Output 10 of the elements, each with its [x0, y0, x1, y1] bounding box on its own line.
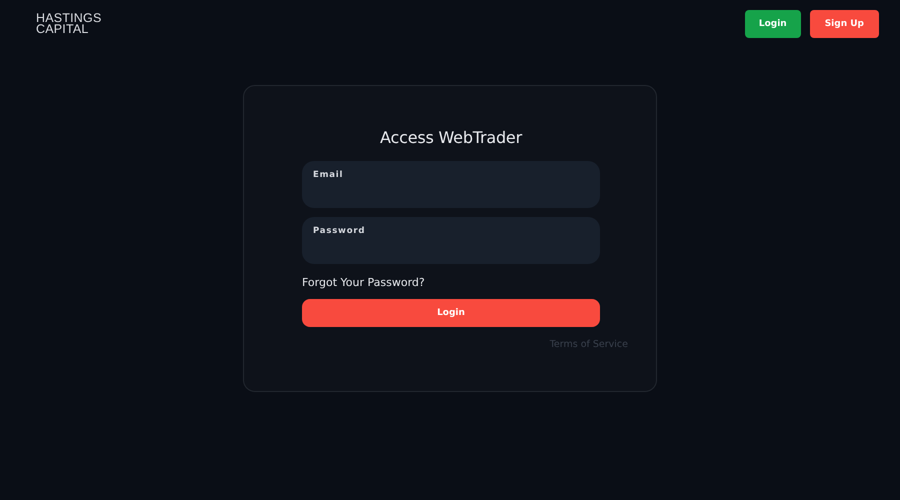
logo: HASTINGS CAPITAL: [36, 13, 102, 34]
signup-button[interactable]: Sign Up: [810, 10, 879, 38]
field-label: Email: [313, 170, 344, 180]
login-button[interactable]: Login: [744, 10, 801, 38]
submit-login-button[interactable]: Login: [302, 299, 600, 327]
input-field[interactable]: Email: [302, 161, 600, 208]
input-field[interactable]: Password: [302, 217, 600, 264]
card-title: Access WebTrader: [379, 128, 524, 147]
forgot-password-link[interactable]: Forgot Your Password?: [302, 276, 425, 289]
field-label: Password: [313, 226, 366, 236]
